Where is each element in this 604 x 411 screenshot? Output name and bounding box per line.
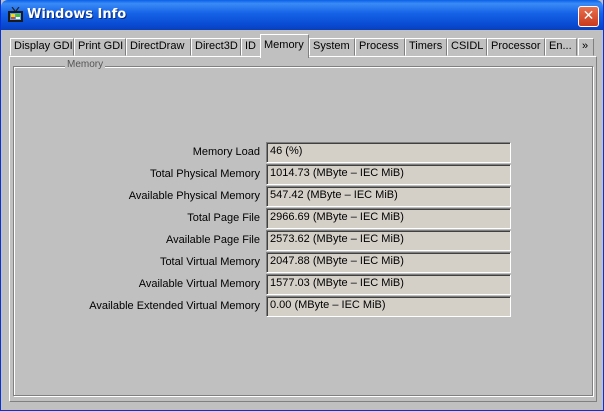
total-virtual-memory-value: 2047.88 (MByte – IEC MiB)	[266, 252, 511, 273]
available-physical-memory-label: Available Physical Memory	[128, 190, 260, 202]
app-window: Windows Info ✕ Display GDI Print GDI Dir…	[0, 0, 604, 411]
tab-bar: Display GDI Print GDI DirectDraw Direct3…	[1, 30, 603, 58]
available-page-file-label: Available Page File	[166, 234, 260, 246]
title-bar[interactable]: Windows Info ✕	[1, 0, 603, 30]
total-page-file-value: 2966.69 (MByte – IEC MiB)	[266, 208, 511, 229]
tab-timers[interactable]: Timers	[405, 38, 447, 56]
tab-direct3d[interactable]: Direct3D	[191, 38, 241, 56]
tab-memory[interactable]: Memory	[260, 34, 309, 58]
tab-csidl[interactable]: CSIDL	[447, 38, 487, 56]
tab-system[interactable]: System	[309, 38, 355, 56]
tab-process[interactable]: Process	[355, 38, 405, 56]
close-icon: ✕	[582, 8, 595, 24]
tab-processor[interactable]: Processor	[487, 38, 545, 56]
tab-directdraw[interactable]: DirectDraw	[126, 38, 191, 56]
total-physical-memory-label: Total Physical Memory	[149, 168, 260, 180]
available-extended-virtual-memory-value: 0.00 (MByte – IEC MiB)	[266, 296, 511, 317]
available-extended-virtual-memory-label: Available Extended Virtual Memory	[89, 300, 260, 312]
memory-group-title: Memory	[65, 58, 106, 71]
window-title: Windows Info	[27, 7, 127, 22]
available-physical-memory-value: 547.42 (MByte – IEC MiB)	[266, 186, 511, 207]
close-button[interactable]: ✕	[578, 6, 599, 27]
tab-environment[interactable]: En...	[545, 38, 577, 56]
app-icon	[8, 7, 23, 22]
available-virtual-memory-label: Available Virtual Memory	[138, 278, 260, 290]
tab-scroll-right-button[interactable]: »	[578, 38, 594, 56]
total-virtual-memory-label: Total Virtual Memory	[159, 256, 260, 268]
memory-load-label: Memory Load	[192, 146, 260, 158]
tab-print-gdi[interactable]: Print GDI	[74, 38, 126, 56]
available-virtual-memory-value: 1577.03 (MByte – IEC MiB)	[266, 274, 511, 295]
tab-id[interactable]: ID	[241, 38, 261, 56]
memory-load-value: 46 (%)	[266, 142, 511, 163]
tab-display-gdi[interactable]: Display GDI	[10, 38, 74, 56]
available-page-file-value: 2573.62 (MByte – IEC MiB)	[266, 230, 511, 251]
total-page-file-label: Total Page File	[187, 212, 260, 224]
total-physical-memory-value: 1014.73 (MByte – IEC MiB)	[266, 164, 511, 185]
